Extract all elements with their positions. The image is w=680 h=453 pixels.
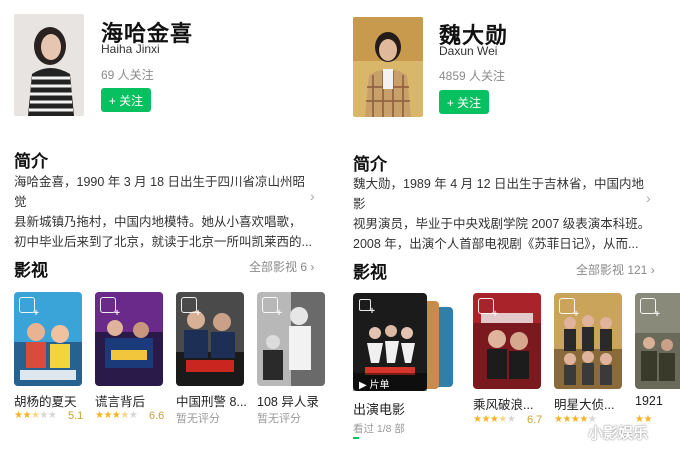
intro-line: 海哈金喜，1990 年 3 月 18 日出生于四川省凉山州昭觉	[14, 175, 306, 209]
film-score: 6.7	[527, 414, 543, 426]
film-score: 暂无评分	[257, 413, 301, 425]
films-heading: 影视	[353, 263, 387, 282]
star-rating: ★★★★★	[14, 410, 57, 421]
intro-text[interactable]: 海哈金喜，1990 年 3 月 18 日出生于四川省凉山州昭觉 县新城镇乃拖村，…	[14, 172, 314, 252]
film-card[interactable]: 胡杨的夏天 ★★★★★ 5.1	[14, 292, 84, 422]
add-favorite-icon[interactable]	[19, 297, 39, 319]
add-favorite-icon[interactable]	[100, 297, 120, 319]
film-title: 胡杨的夏天	[14, 395, 77, 409]
profile-panel-right: 魏大勋 Daxun Wei 4859 人关注 + 关注 简介 魏大勋，1989 …	[342, 0, 680, 453]
profile-name-en: Daxun Wei	[439, 44, 498, 58]
all-films-link[interactable]: 全部影视 121 ›	[576, 261, 655, 278]
poster-image	[257, 292, 325, 386]
progress-bar	[353, 437, 359, 439]
all-films-link[interactable]: 全部影视 6 ›	[249, 258, 314, 275]
film-title: 108 异人录	[257, 395, 319, 409]
profile-panel-left: 海哈金喜 Haiha Jinxi 69 人关注 + 关注 简介 海哈金喜，199…	[0, 0, 338, 453]
intro-line: 县新城镇乃拖村，中国内地模特。她从小喜欢唱歌，	[14, 215, 302, 229]
film-card[interactable]: 1921 ★★	[635, 293, 680, 428]
star-rating: ★★★★★	[95, 410, 138, 421]
star-rating: ★★★★★	[473, 414, 516, 425]
film-title: 乘风破浪...	[473, 398, 534, 412]
films-heading: 影视	[14, 261, 48, 280]
intro-line: 魏大勋，1989 年 4 月 12 日出生于吉林省，中国内地影	[353, 177, 645, 211]
poster-image	[554, 293, 622, 389]
film-card[interactable]: 中国刑警 8... 暂无评分	[176, 292, 248, 425]
film-score: 6.6	[149, 410, 165, 422]
poster-image	[14, 292, 82, 386]
intro-line: 2008 年，出演个人首部电视剧《苏菲日记》，从而...	[353, 237, 639, 251]
avatar[interactable]	[14, 14, 84, 116]
film-card[interactable]: 明星大侦... ★★★★★	[554, 293, 626, 428]
film-title: 中国刑警 8...	[176, 395, 246, 409]
playlist-progress: 看过 1/8 部	[353, 423, 405, 435]
film-card[interactable]: 乘风破浪... ★★★★★ 6.7	[473, 293, 545, 428]
chevron-right-icon[interactable]: ›	[310, 188, 315, 204]
add-favorite-icon[interactable]	[478, 298, 498, 320]
follow-button[interactable]: + 关注	[439, 90, 489, 114]
intro-line: 初中毕业后来到了北京，就读于北京一所叫凯莱西的...	[14, 235, 312, 249]
intro-heading: 简介	[353, 155, 387, 174]
follow-button[interactable]: + 关注	[101, 88, 151, 112]
follower-count: 69 人关注	[101, 68, 154, 82]
playlist-badge: ▶ 片单	[359, 380, 390, 391]
playlist-card[interactable]: ▶ 片单 出演电影 看过 1/8 部	[353, 293, 463, 443]
chevron-right-icon[interactable]: ›	[646, 190, 651, 206]
film-card[interactable]: 谎言背后 ★★★★★ 6.6	[95, 292, 165, 422]
add-favorite-icon[interactable]	[262, 297, 282, 319]
playlist-icon	[359, 299, 375, 317]
poster-image	[176, 292, 244, 386]
add-favorite-icon[interactable]	[640, 298, 660, 320]
add-favorite-icon[interactable]	[559, 298, 579, 320]
intro-heading: 简介	[14, 152, 48, 171]
follower-count: 4859 人关注	[439, 69, 506, 83]
poster-image	[635, 293, 680, 389]
film-title: 谎言背后	[95, 395, 146, 409]
poster-image	[473, 293, 541, 389]
profile-name-en: Haiha Jinxi	[101, 42, 160, 56]
intro-line: 视男演员，毕业于中央戏剧学院 2007 级表演本科班。	[353, 217, 651, 231]
film-card[interactable]: 108 异人录 暂无评分	[257, 292, 329, 425]
film-title: 明星大侦...	[554, 398, 615, 412]
film-score: 5.1	[68, 410, 84, 422]
avatar[interactable]	[353, 17, 423, 117]
intro-text[interactable]: 魏大勋，1989 年 4 月 12 日出生于吉林省，中国内地影 视男演员，毕业于…	[353, 174, 655, 254]
film-title: 1921	[635, 394, 663, 408]
add-favorite-icon[interactable]	[181, 297, 201, 319]
watermark: 小影娱乐	[588, 425, 649, 442]
poster-image	[95, 292, 163, 386]
playlist-title: 出演电影	[353, 402, 406, 417]
film-score: 暂无评分	[176, 413, 220, 425]
